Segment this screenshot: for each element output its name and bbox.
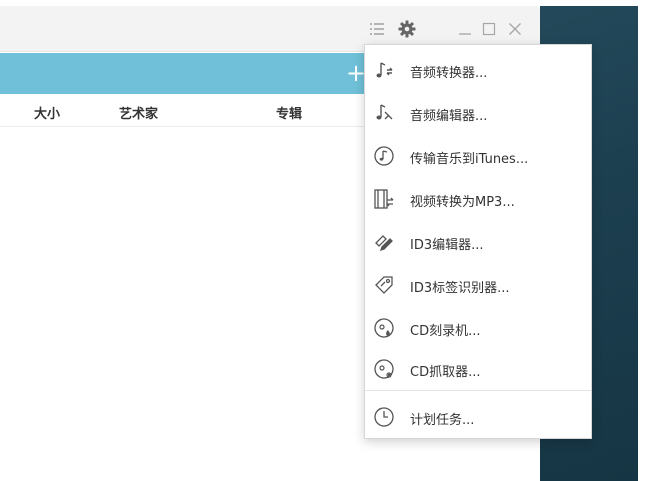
menu-item-scheduled-tasks[interactable]: 计划任务...	[365, 397, 591, 437]
menu-item-transfer-itunes[interactable]: 传输音乐到iTunes...	[365, 136, 591, 176]
menu-item-label: 视频转换为MP3...	[410, 195, 515, 210]
menu-list-icon[interactable]	[368, 19, 386, 39]
cd-burn-icon	[373, 317, 395, 339]
add-button[interactable]: +	[346, 55, 366, 91]
maximize-icon[interactable]	[480, 19, 498, 39]
music-disc-icon	[373, 145, 395, 167]
music-convert-icon	[373, 59, 395, 81]
menu-item-cd-ripper[interactable]: CD抓取器...	[365, 349, 591, 389]
menu-item-video-to-mp3[interactable]: 视频转换为MP3...	[365, 179, 591, 219]
tag-icon	[373, 274, 395, 296]
column-size[interactable]: 大小	[34, 103, 60, 122]
menu-item-label: 传输音乐到iTunes...	[410, 152, 529, 167]
menu-item-label: CD抓取器...	[410, 365, 481, 380]
clock-icon	[373, 406, 395, 428]
menu-item-label: ID3编辑器...	[410, 238, 484, 253]
close-icon[interactable]	[506, 19, 524, 39]
menu-item-cd-burner[interactable]: CD刻录机...	[365, 308, 591, 348]
column-album[interactable]: 专辑	[276, 103, 302, 122]
menu-item-label: ID3标签识别器...	[410, 281, 510, 296]
pencil-tag-icon	[373, 231, 395, 253]
menu-item-id3-tag-recognizer[interactable]: ID3标签识别器...	[365, 265, 591, 305]
minimize-icon[interactable]	[456, 19, 474, 39]
menu-item-id3-editor[interactable]: ID3编辑器...	[365, 222, 591, 262]
cd-rip-icon	[373, 358, 395, 380]
menu-item-label: 音频转换器...	[410, 66, 488, 81]
film-convert-icon	[373, 188, 395, 210]
menu-item-label: 音频编辑器...	[410, 109, 488, 124]
column-artist[interactable]: 艺术家	[119, 103, 158, 122]
music-edit-icon	[373, 102, 395, 124]
menu-item-label: 计划任务...	[410, 413, 475, 428]
menu-item-audio-editor[interactable]: 音频编辑器...	[365, 93, 591, 133]
gear-icon[interactable]	[397, 19, 417, 39]
menu-item-audio-converter[interactable]: 音频转换器...	[365, 50, 591, 90]
tools-dropdown-menu: 音频转换器... 音频编辑器... 传输音乐到iTunes... 视频转换为MP…	[364, 44, 592, 439]
menu-item-label: CD刻录机...	[410, 324, 481, 339]
menu-separator	[365, 390, 591, 391]
